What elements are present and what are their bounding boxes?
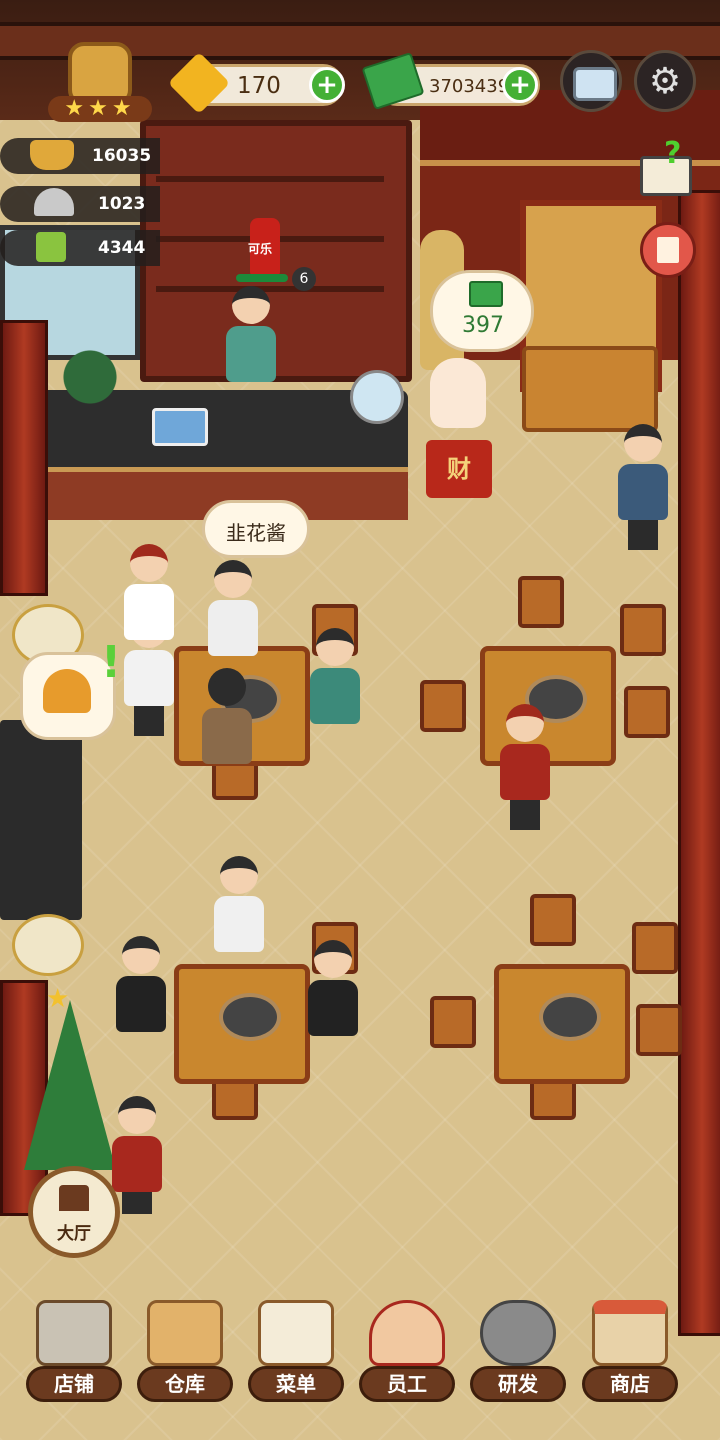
- chair: [632, 922, 678, 974]
- lucky-cat-stand[interactable]: 财: [426, 440, 492, 498]
- customer[interactable]: [306, 940, 360, 1036]
- stat-menu: 4344: [0, 230, 160, 266]
- waiter-staff[interactable]: [616, 424, 670, 550]
- clipboard-menu-icon: [258, 1300, 334, 1366]
- red-book-icon: [657, 237, 679, 263]
- event-book-button[interactable]: [640, 222, 696, 278]
- waitress-staff[interactable]: [110, 1096, 164, 1214]
- condiment-station: [0, 720, 82, 920]
- income-amount: 397: [462, 313, 504, 338]
- order-text: 韭花酱: [226, 521, 286, 545]
- customer[interactable]: [212, 856, 266, 952]
- left-pillar-top: [0, 320, 48, 596]
- gems-value: 170: [237, 73, 281, 99]
- chair: [530, 894, 576, 946]
- hotpot-table-3[interactable]: [174, 964, 310, 1084]
- house-icon: [59, 1185, 89, 1211]
- help-book-button[interactable]: ?: [640, 136, 692, 196]
- right-pillar: [678, 190, 720, 1336]
- christmas-tree: [24, 1000, 116, 1170]
- chair: [624, 686, 670, 738]
- order-bubble: 韭花酱: [202, 500, 310, 558]
- serving-cloche-icon: [34, 188, 74, 216]
- nav-menu[interactable]: 菜单: [244, 1300, 348, 1408]
- bell-icon: [43, 669, 91, 713]
- hotpot-table-4[interactable]: [494, 964, 630, 1084]
- cola-bottle[interactable]: 可乐: [248, 218, 280, 276]
- chair: [430, 996, 476, 1048]
- nav-shop-building[interactable]: 店铺: [22, 1300, 126, 1408]
- add-cash-button[interactable]: +: [502, 67, 538, 103]
- nav-staff[interactable]: 员工: [355, 1300, 459, 1408]
- drink-stock-badge: 6: [292, 267, 316, 291]
- rank-stars: ★★★: [48, 96, 152, 122]
- drink-stock-bar: [236, 274, 288, 282]
- exclamation-icon: !: [101, 637, 122, 688]
- cash-value: 3703439: [429, 76, 510, 97]
- chef-staff[interactable]: [498, 704, 552, 830]
- add-gems-button[interactable]: +: [309, 67, 345, 103]
- chair: [420, 680, 466, 732]
- customer[interactable]: [200, 668, 254, 764]
- chair: [636, 1004, 682, 1056]
- settings-button[interactable]: ⚙: [634, 50, 696, 112]
- snow-globe: [350, 370, 404, 424]
- nav-warehouse[interactable]: 仓库: [133, 1300, 237, 1408]
- menu-card-icon: [36, 232, 66, 262]
- tree-star-icon: ★: [46, 984, 70, 1014]
- stat-hotpot: 16035: [0, 138, 160, 174]
- income-bubble[interactable]: 397: [430, 270, 534, 352]
- entrance-rug: [522, 346, 658, 432]
- nav-research[interactable]: 研发: [466, 1300, 570, 1408]
- nav-store[interactable]: 商店: [578, 1300, 682, 1408]
- gear-icon: ⚙: [648, 61, 682, 102]
- customer[interactable]: [114, 936, 168, 1032]
- chair: [620, 604, 666, 656]
- chair: [518, 576, 564, 628]
- lucky-cat[interactable]: [430, 358, 486, 428]
- wok-research-icon: [480, 1300, 556, 1366]
- porcelain-jar-2: [12, 914, 84, 976]
- cash-icon: [469, 281, 503, 307]
- cashier-staff[interactable]: [224, 286, 278, 382]
- restaurant-rank-badge[interactable]: ★★★: [38, 42, 162, 124]
- camera-button[interactable]: [560, 50, 622, 112]
- camera-icon: [573, 67, 617, 101]
- store-icon: [592, 1300, 668, 1366]
- warehouse-boxes-icon: [147, 1300, 223, 1366]
- customer[interactable]: [308, 628, 362, 724]
- waiter-staff[interactable]: [122, 544, 176, 640]
- service-call-bubble[interactable]: !: [20, 637, 121, 740]
- hotpot-icon: [30, 140, 74, 170]
- tablet-device: [152, 408, 208, 446]
- staff-icon: [369, 1300, 445, 1366]
- customer[interactable]: [206, 560, 260, 656]
- question-mark-icon: ?: [664, 136, 682, 171]
- stat-served: 1023: [0, 186, 160, 222]
- shop-building-icon: [36, 1300, 112, 1366]
- hall-label: 大厅: [57, 1224, 91, 1244]
- hall-view-button[interactable]: 大厅: [28, 1166, 120, 1258]
